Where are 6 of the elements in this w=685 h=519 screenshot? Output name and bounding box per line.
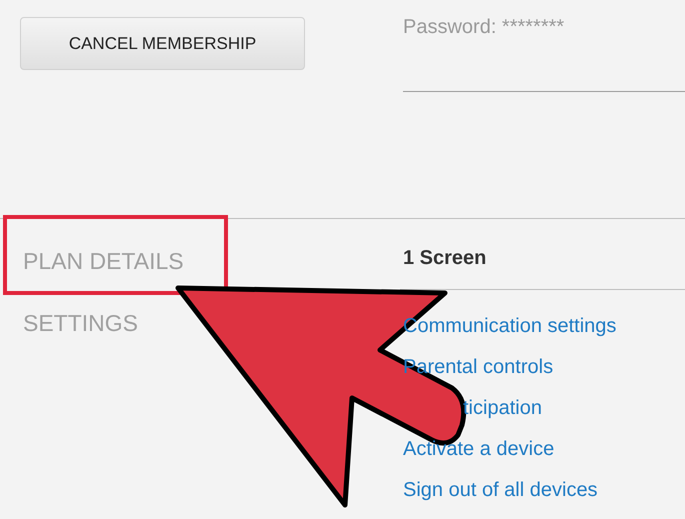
- settings-link[interactable]: Activate a device: [403, 435, 554, 463]
- section-label: SETTINGS: [22, 309, 140, 338]
- cancel-membership-button[interactable]: CANCEL MEMBERSHIP: [20, 17, 305, 70]
- password-text: Password: ********: [403, 16, 564, 38]
- plan-value: 1 Screen: [403, 247, 486, 269]
- settings-link[interactable]: Sign out of all devices: [403, 476, 598, 504]
